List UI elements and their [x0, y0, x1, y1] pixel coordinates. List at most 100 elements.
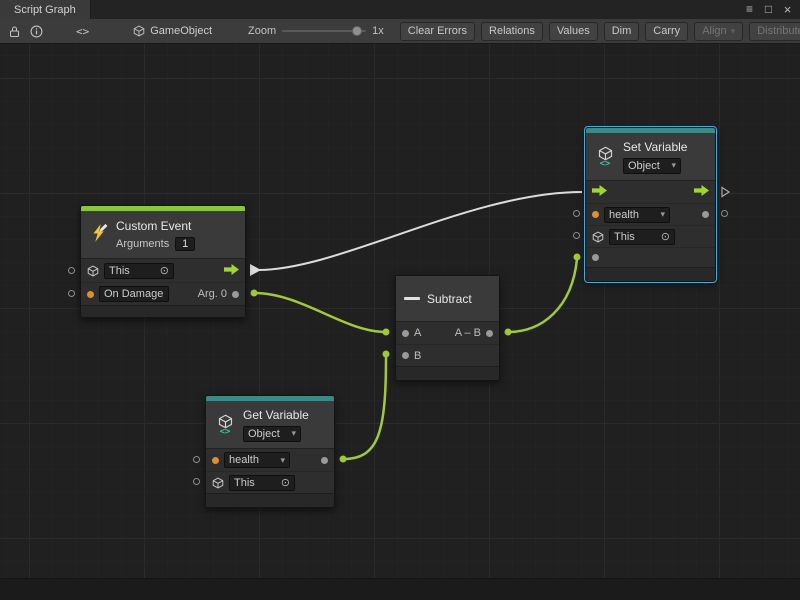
flow-row — [586, 181, 715, 203]
connection-endpoint — [383, 329, 390, 336]
unconnected-input-port[interactable] — [573, 232, 580, 239]
variable-name-value: health — [229, 454, 259, 466]
target-row: This ⊙ — [206, 471, 334, 493]
target-dropdown[interactable]: This ⊙ — [104, 263, 174, 279]
node-title: Subtract — [427, 292, 472, 306]
variable-name-port[interactable] — [212, 457, 219, 464]
target-value: This — [109, 265, 130, 277]
chevron-down-icon: ▾ — [731, 26, 736, 37]
zoom-slider[interactable] — [282, 24, 366, 38]
zoom-label: Zoom — [248, 25, 276, 37]
flow-connection-event-to-set[interactable] — [258, 192, 582, 270]
window-maximize-icon[interactable]: □ — [761, 0, 776, 19]
unconnected-input-port[interactable] — [68, 290, 75, 297]
event-name-field[interactable]: On Damage — [99, 286, 169, 302]
value-input-row — [586, 247, 715, 267]
variable-kind-value: Object — [628, 160, 660, 172]
unconnected-input-port[interactable] — [68, 267, 75, 274]
node-set-variable[interactable]: <> Set Variable Object ▾ — [585, 127, 716, 282]
zoom-slider-handle[interactable] — [352, 26, 362, 36]
flow-input-port[interactable] — [592, 185, 607, 199]
window-menu-icon[interactable]: ≡ — [742, 0, 757, 19]
unity-script-graph-window: Script Graph ≡ □ × <> GameObject Zoom 1x… — [0, 0, 800, 600]
unconnected-output-port[interactable] — [721, 210, 728, 217]
b-input-port[interactable] — [402, 352, 409, 359]
object-picker-icon[interactable]: ⊙ — [661, 230, 670, 243]
cube-icon — [212, 477, 224, 489]
variable-name-dropdown[interactable]: health ▾ — [224, 452, 290, 468]
variable-name-dropdown[interactable]: health ▾ — [604, 207, 670, 223]
clear-errors-button[interactable]: Clear Errors — [400, 22, 475, 41]
graph-canvas[interactable]: Custom Event Arguments 1 This ⊙ — [0, 44, 800, 600]
carry-button[interactable]: Carry — [645, 22, 688, 41]
value-input-port[interactable] — [592, 254, 599, 261]
variable-name-port[interactable] — [592, 211, 599, 218]
dim-button[interactable]: Dim — [604, 22, 640, 41]
value-connection-out-to-set[interactable] — [508, 259, 577, 332]
flow-output-port[interactable] — [224, 264, 239, 278]
unconnected-input-port[interactable] — [193, 478, 200, 485]
lock-icon[interactable] — [6, 22, 22, 40]
variable-name-value: health — [609, 209, 639, 221]
code-view-icon[interactable]: <> — [76, 25, 89, 38]
align-button[interactable]: Align ▾ — [694, 22, 743, 41]
b-label: B — [414, 350, 421, 362]
unconnected-input-port[interactable] — [193, 456, 200, 463]
variable-kind-dropdown[interactable]: Object ▾ — [623, 158, 681, 174]
target-dropdown[interactable]: This ⊙ — [229, 475, 295, 491]
arguments-label: Arguments — [116, 238, 169, 250]
value-connection-arg0-to-a[interactable] — [254, 293, 386, 332]
node-custom-event[interactable]: Custom Event Arguments 1 This ⊙ — [80, 205, 246, 318]
input-a-row: A A – B — [396, 322, 499, 344]
value-connection-get-to-b[interactable] — [343, 357, 386, 459]
values-button[interactable]: Values — [549, 22, 598, 41]
chevron-down-icon: ▾ — [291, 428, 296, 439]
node-footer — [81, 305, 245, 317]
value-output-port[interactable] — [702, 211, 709, 218]
graph-target-label: GameObject — [150, 25, 212, 37]
chevron-down-icon: ▾ — [660, 209, 665, 220]
graph-target[interactable]: GameObject — [133, 25, 212, 37]
variable-name-row: health ▾ — [206, 449, 334, 471]
custom-event-icon — [89, 223, 109, 246]
cube-icon — [592, 231, 604, 243]
flow-output-port[interactable] — [694, 185, 709, 199]
node-header: <> Set Variable Object ▾ — [586, 133, 715, 181]
event-name-value: On Damage — [104, 288, 163, 300]
a-label: A — [414, 327, 421, 339]
tab-script-graph[interactable]: Script Graph — [0, 0, 91, 19]
object-picker-icon[interactable]: ⊙ — [281, 476, 290, 489]
tab-bar: Script Graph ≡ □ × — [0, 0, 800, 19]
value-output-port[interactable] — [321, 457, 328, 464]
unconnected-input-port[interactable] — [573, 210, 580, 217]
subtract-icon — [404, 297, 420, 300]
window-close-icon[interactable]: × — [780, 0, 795, 19]
arg0-output-port[interactable] — [232, 291, 239, 298]
result-output-port[interactable] — [486, 330, 493, 337]
node-footer — [586, 267, 715, 281]
info-icon[interactable] — [28, 22, 44, 40]
relations-button[interactable]: Relations — [481, 22, 543, 41]
arguments-count-field[interactable]: 1 — [175, 237, 195, 251]
target-dropdown[interactable]: This ⊙ — [609, 229, 675, 245]
variable-icon: <> — [594, 146, 616, 168]
input-b-row: B — [396, 344, 499, 366]
cube-icon — [87, 265, 99, 277]
distribute-button[interactable]: Distribute ▾ — [749, 22, 800, 41]
node-footer — [206, 493, 334, 507]
target-row: This ⊙ — [586, 225, 715, 247]
window-controls: ≡ □ × — [742, 0, 800, 19]
graph-toolbar: <> GameObject Zoom 1x Clear Errors Relat… — [0, 19, 800, 44]
node-footer — [396, 366, 499, 380]
variable-kind-dropdown[interactable]: Object ▾ — [243, 426, 301, 442]
node-get-variable[interactable]: <> Get Variable Object ▾ — [205, 395, 335, 508]
a-input-port[interactable] — [402, 330, 409, 337]
chevron-down-icon: ▾ — [280, 455, 285, 466]
connection-endpoint — [251, 290, 258, 297]
event-name-port[interactable] — [87, 291, 94, 298]
object-picker-icon[interactable]: ⊙ — [160, 264, 169, 277]
flow-output-marker[interactable] — [721, 186, 730, 198]
node-title: Get Variable — [243, 408, 309, 422]
node-subtract[interactable]: Subtract A A – B B — [395, 275, 500, 381]
connection-endpoint — [505, 329, 512, 336]
